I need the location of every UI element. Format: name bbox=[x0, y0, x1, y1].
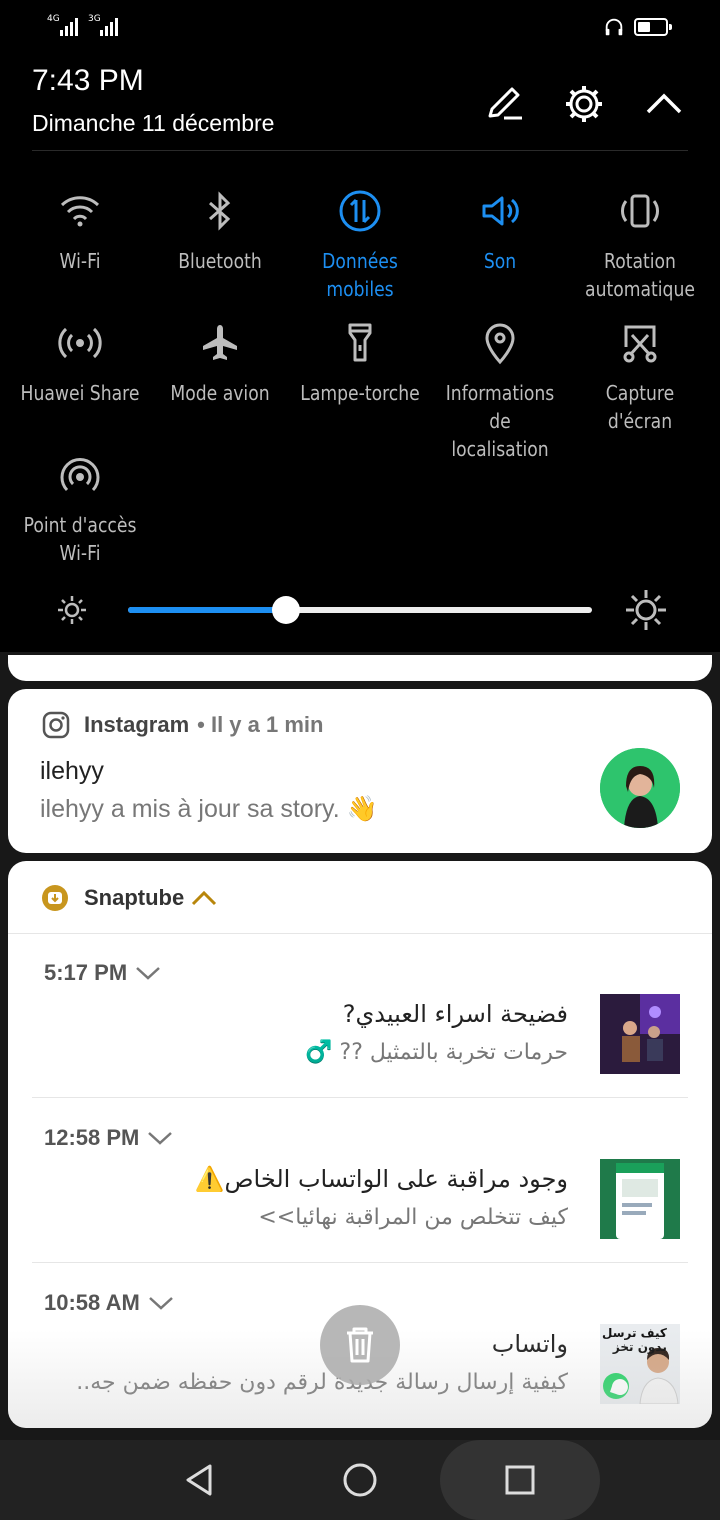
chevron-down-icon[interactable] bbox=[135, 965, 161, 981]
tile-label: Données mobiles bbox=[322, 249, 398, 301]
signal-icon bbox=[60, 16, 78, 36]
chevron-down-icon[interactable] bbox=[147, 1130, 173, 1146]
tile-hotspot[interactable]: Point d'accès Wi-Fi bbox=[10, 451, 150, 567]
flashlight-icon bbox=[348, 323, 372, 362]
tile-label: Rotation automatique bbox=[585, 249, 695, 301]
item-time: 12:58 PM bbox=[44, 1125, 140, 1150]
battery-icon bbox=[634, 18, 672, 36]
notification-header: Instagram • Il y a 1 min bbox=[42, 711, 323, 739]
tile-airplane-mode[interactable]: Mode avion bbox=[150, 319, 290, 407]
tile-flashlight[interactable]: Lampe-torche bbox=[290, 319, 430, 407]
mobile-data-icon bbox=[339, 190, 381, 232]
notification-time: • Il y a 1 min bbox=[197, 712, 324, 737]
notification-app-name: Instagram bbox=[84, 712, 190, 737]
item-title: واتساب bbox=[491, 1330, 568, 1358]
video-thumbnail: كيف ترسل بدون تخز bbox=[600, 1324, 680, 1404]
home-icon[interactable] bbox=[338, 1458, 382, 1502]
tile-mobile-data[interactable]: Données mobiles bbox=[290, 187, 430, 303]
tile-label: Wi-Fi bbox=[59, 249, 101, 273]
location-icon bbox=[485, 323, 515, 365]
list-item[interactable]: 12:58 PM وجود مراقبة على الواتساب الخاص⚠… bbox=[8, 1099, 712, 1263]
item-body: كيف تتخلص من المراقبة نهائيا>> bbox=[258, 1205, 568, 1230]
navigation-bar bbox=[0, 1440, 720, 1520]
item-time-row: 5:17 PM bbox=[44, 960, 161, 986]
huawei-share-icon bbox=[58, 327, 102, 359]
avatar bbox=[600, 748, 680, 828]
tile-label: Lampe-torche bbox=[300, 381, 420, 405]
sound-icon bbox=[482, 196, 519, 226]
header-divider bbox=[32, 150, 688, 151]
video-thumbnail bbox=[600, 994, 680, 1074]
notification-instagram[interactable]: Instagram • Il y a 1 min ilehyy ilehyy a… bbox=[8, 689, 712, 853]
item-body: حرمات تخربة بالتمثيل ?? ♂️ bbox=[305, 1040, 568, 1065]
brightness-low-icon bbox=[58, 596, 86, 624]
airplane-icon bbox=[203, 325, 237, 360]
notification-card-peek[interactable] bbox=[8, 655, 712, 681]
back-icon[interactable] bbox=[178, 1458, 222, 1502]
headset-icon bbox=[605, 18, 623, 36]
tile-sound[interactable]: Son bbox=[430, 187, 570, 275]
video-thumbnail bbox=[600, 1159, 680, 1239]
bluetooth-icon bbox=[209, 191, 231, 231]
notification-header: Snaptube bbox=[40, 883, 218, 913]
tile-label: Son bbox=[483, 249, 517, 273]
thumbnail-caption: كيف ترسل بدون تخز bbox=[602, 1326, 667, 1354]
tile-label: Informations de localisation bbox=[445, 381, 555, 461]
item-divider bbox=[32, 1262, 688, 1263]
edit-icon[interactable] bbox=[482, 82, 526, 126]
item-divider bbox=[32, 1097, 688, 1098]
tile-label: Capture d'écran bbox=[605, 381, 675, 433]
item-time: 10:58 AM bbox=[44, 1290, 140, 1315]
notification-title: ilehyy bbox=[40, 757, 104, 785]
chevron-up-icon[interactable] bbox=[190, 888, 218, 908]
sim2-network-type: 3G bbox=[88, 14, 101, 24]
recents-icon[interactable] bbox=[498, 1458, 542, 1502]
brightness-high-icon bbox=[626, 590, 666, 630]
list-item[interactable]: 5:17 PM فضيحة اسراء العبيدي? حرمات تخربة… bbox=[8, 934, 712, 1098]
tile-wifi[interactable]: Wi-Fi bbox=[10, 187, 150, 275]
tile-label: Bluetooth bbox=[178, 249, 262, 273]
brightness-slider-thumb[interactable] bbox=[271, 596, 300, 624]
brightness-slider[interactable] bbox=[128, 596, 592, 624]
hotspot-icon bbox=[60, 458, 100, 492]
snaptube-icon bbox=[42, 885, 68, 911]
item-time-row: 12:58 PM bbox=[44, 1125, 173, 1151]
item-title: فضيحة اسراء العبيدي? bbox=[342, 1000, 568, 1028]
clear-all-button[interactable] bbox=[320, 1305, 400, 1385]
date-label: Dimanche 11 décembre bbox=[32, 110, 275, 136]
trash-icon bbox=[347, 1327, 373, 1363]
chevron-down-icon[interactable] bbox=[148, 1295, 174, 1311]
tile-auto-rotate[interactable]: Rotation automatique bbox=[570, 187, 710, 303]
wifi-icon bbox=[60, 196, 100, 227]
signal-icon bbox=[100, 16, 118, 36]
clock-time: 7:43 PM bbox=[32, 64, 144, 97]
tile-label: Point d'accès Wi-Fi bbox=[23, 513, 137, 565]
tile-location[interactable]: Informations de localisation bbox=[430, 319, 570, 463]
tile-bluetooth[interactable]: Bluetooth bbox=[150, 187, 290, 275]
sim1-network-type: 4G bbox=[47, 14, 60, 24]
tile-huawei-share[interactable]: Huawei Share bbox=[10, 319, 150, 407]
instagram-icon bbox=[42, 711, 70, 739]
item-time-row: 10:58 AM bbox=[44, 1290, 174, 1316]
screenshot-icon bbox=[623, 325, 657, 363]
settings-gear-icon[interactable] bbox=[562, 82, 606, 126]
item-time: 5:17 PM bbox=[44, 960, 128, 985]
status-bar: 4G 3G bbox=[0, 0, 720, 56]
tile-screenshot[interactable]: Capture d'écran bbox=[570, 319, 710, 435]
notification-text: ilehyy a mis à jour sa story. 👋 bbox=[40, 795, 378, 823]
item-title: وجود مراقبة على الواتساب الخاص⚠️ bbox=[194, 1165, 568, 1193]
tile-label: Huawei Share bbox=[20, 381, 140, 405]
rotation-icon bbox=[621, 194, 659, 228]
tile-label: Mode avion bbox=[170, 381, 270, 405]
notification-app-name: Snaptube bbox=[84, 885, 185, 910]
brightness-slider-fill bbox=[128, 607, 286, 613]
collapse-chevron-up-icon[interactable] bbox=[642, 82, 686, 126]
